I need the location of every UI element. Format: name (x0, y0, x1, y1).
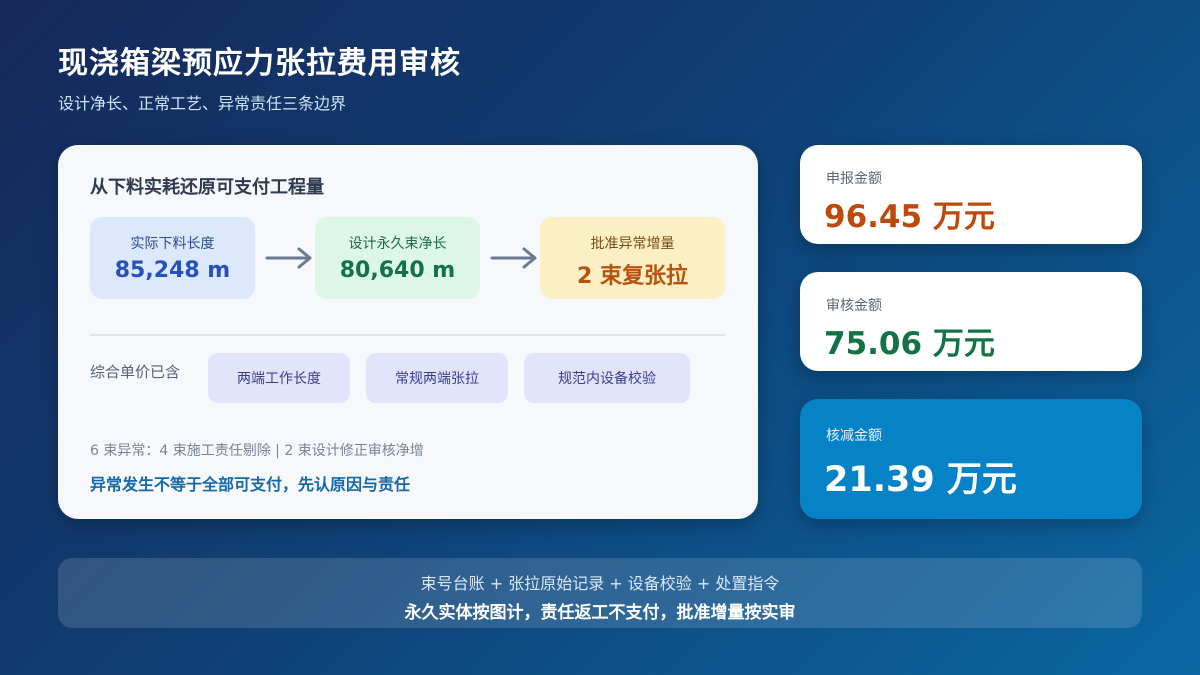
page-subtitle: 设计净长、正常工艺、异常责任三条边界 (58, 94, 347, 113)
amount-label: 核减金额 (826, 428, 882, 444)
divider (90, 334, 725, 336)
step-value: 80,640 m (339, 258, 456, 283)
step-actual-length: 实际下料长度 85,248 m (90, 217, 255, 299)
included-label: 综合单价已含 (90, 363, 181, 381)
included-item: 规范内设备校验 (524, 353, 690, 403)
card-heading: 从下料实耗还原可支付工程量 (90, 177, 324, 198)
footer-line-1: 束号台账 + 张拉原始记录 + 设备校验 + 处置指令 (420, 574, 780, 593)
amount-label: 审核金额 (826, 298, 882, 314)
step-value: 2 束复张拉 (577, 264, 688, 289)
amount-value: 21.39 万元 (824, 460, 1017, 500)
quantity-card: 从下料实耗还原可支付工程量 实际下料长度 85,248 m 设计永久束净长 80… (58, 145, 758, 519)
step-label: 实际下料长度 (130, 236, 215, 252)
footer-line-2: 永久实体按图计，责任返工不支付，批准增量按实审 (404, 603, 796, 623)
step-label: 设计永久束净长 (348, 236, 447, 252)
step-design-length: 设计永久束净长 80,640 m (315, 217, 480, 299)
audited-amount-card: 审核金额 75.06 万元 (800, 272, 1142, 371)
amount-value: 75.06 万元 (824, 326, 995, 362)
included-item: 两端工作长度 (208, 353, 350, 403)
step-value: 85,248 m (114, 258, 231, 283)
emphasis-text: 异常发生不等于全部可支付，先认原因与责任 (90, 475, 411, 494)
declared-amount-card: 申报金额 96.45 万元 (800, 145, 1142, 244)
abnormal-note: 6 束异常：4 束施工责任剔除 | 2 束设计修正审核净增 (90, 443, 424, 459)
page-title: 现浇箱梁预应力张拉费用审核 (58, 46, 461, 81)
step-approved-increment: 批准异常增量 2 束复张拉 (540, 217, 725, 299)
amount-value: 96.45 万元 (824, 199, 995, 235)
step-label: 批准异常增量 (590, 236, 675, 252)
reduction-amount-card: 核减金额 21.39 万元 (800, 399, 1142, 519)
footer-banner: 束号台账 + 张拉原始记录 + 设备校验 + 处置指令 永久实体按图计，责任返工… (58, 558, 1142, 628)
arrow-right-icon (490, 247, 537, 269)
arrow-right-icon (265, 247, 312, 269)
amount-label: 申报金额 (826, 171, 882, 187)
included-item: 常规两端张拉 (366, 353, 508, 403)
